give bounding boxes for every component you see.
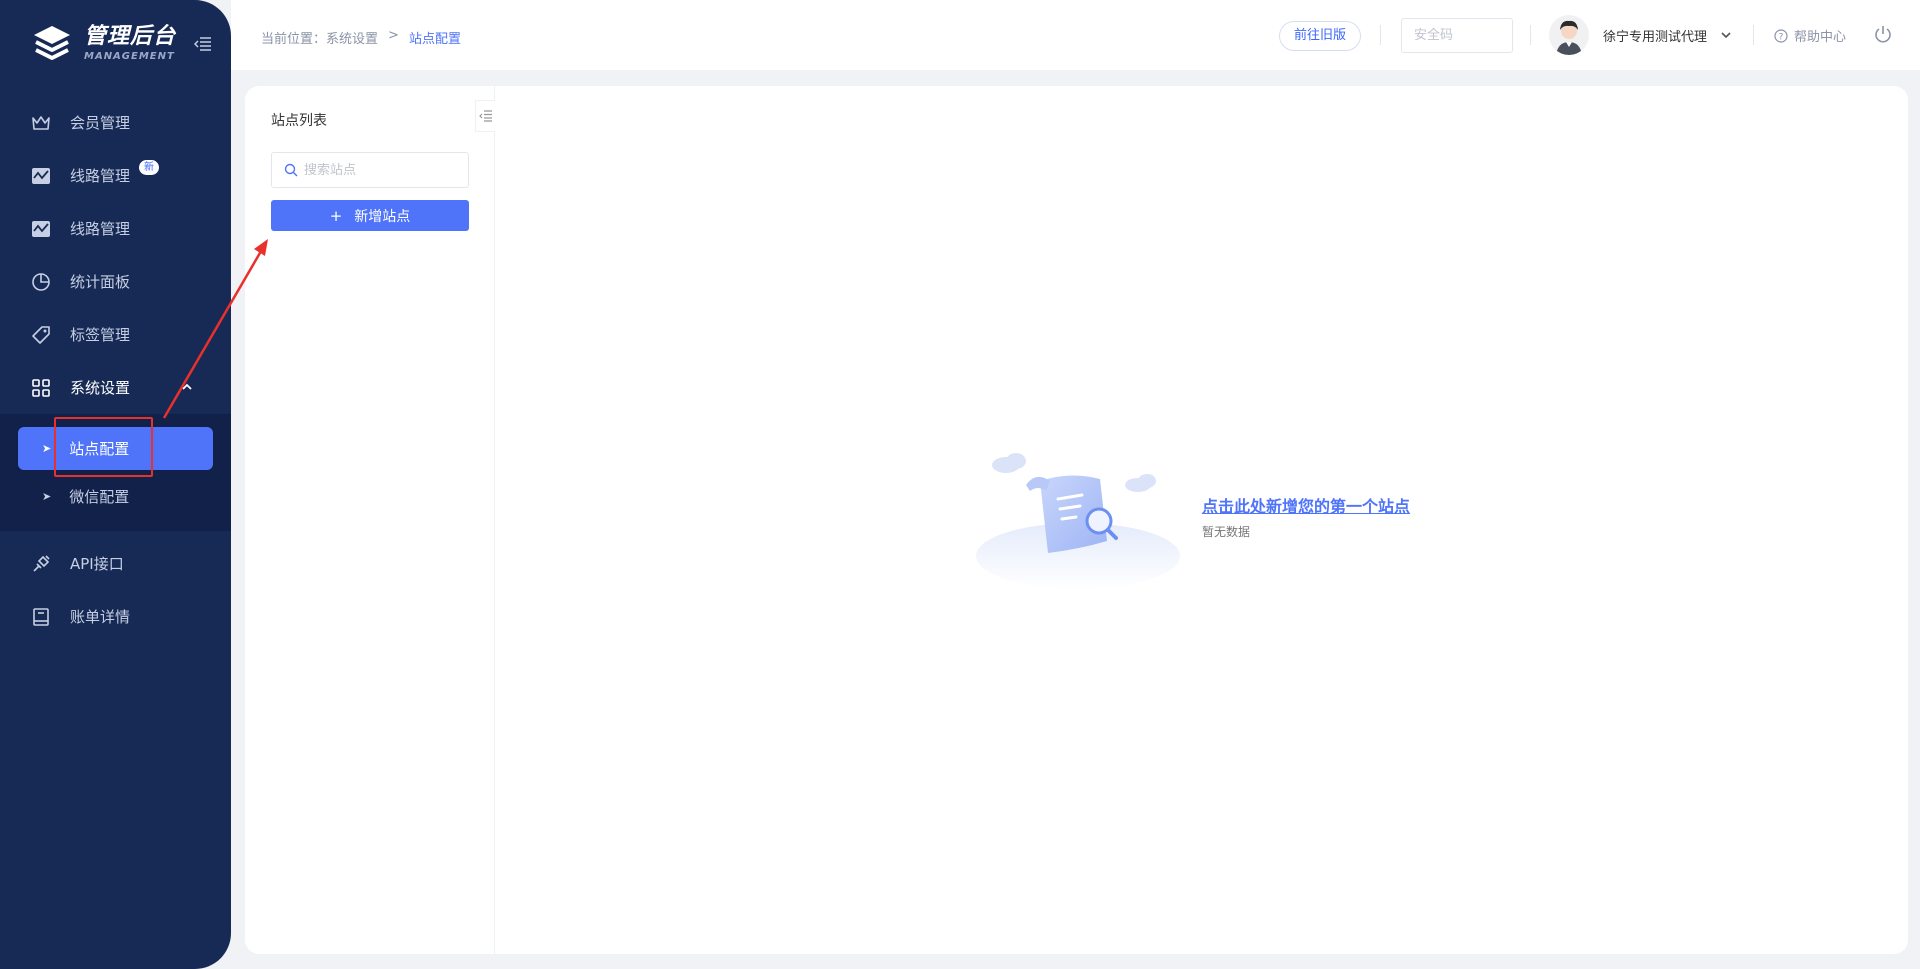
submenu-item-wechat-config[interactable]: ➤ 微信配置 — [18, 475, 213, 518]
annotation-highlight-box — [54, 417, 153, 477]
power-icon[interactable] — [1873, 24, 1893, 44]
sidebar: 管理后台 MANAGEMENT 会员管理 线路管理 新 线路管理 统计面板 标签… — [0, 0, 231, 969]
book-icon — [30, 606, 52, 628]
svg-text:?: ? — [1779, 32, 1784, 42]
sidebar-item-settings[interactable]: 系统设置 — [0, 361, 231, 414]
sidebar-item-stats[interactable]: 统计面板 — [0, 255, 231, 308]
line-chart-icon — [30, 165, 52, 187]
plus-icon: + — [329, 206, 343, 225]
grid-icon — [30, 377, 52, 399]
plug-icon — [30, 553, 52, 575]
pie-chart-icon — [30, 271, 52, 293]
panel-collapse-toggle[interactable] — [475, 100, 495, 132]
content-card: 站点列表 + 新增站点 — [245, 86, 1908, 954]
help-center-label: 帮助中心 — [1794, 30, 1847, 45]
tag-icon — [30, 324, 52, 346]
breadcrumb-current: 站点配置 — [408, 32, 461, 47]
divider — [1753, 25, 1754, 45]
divider — [1530, 25, 1531, 45]
site-search[interactable] — [271, 152, 469, 188]
chevron-down-icon[interactable] — [1720, 29, 1732, 41]
add-first-site-link[interactable]: 点击此处新增您的第一个站点 — [1202, 493, 1410, 517]
divider — [1380, 25, 1381, 45]
sidebar-item-member[interactable]: 会员管理 — [0, 96, 231, 149]
sidebar-menu: 会员管理 线路管理 新 线路管理 统计面板 标签管理 系统设置 ➤ 站点配置 ➤… — [0, 96, 231, 643]
line-chart-icon — [30, 218, 52, 240]
chevron-right-icon: ➤ — [42, 490, 52, 503]
logo-subtitle: MANAGEMENT — [84, 51, 175, 62]
avatar[interactable] — [1549, 15, 1589, 55]
sidebar-item-route-new[interactable]: 线路管理 新 — [0, 149, 231, 202]
sidebar-item-api[interactable]: API接口 — [0, 537, 231, 590]
layers-logo-icon — [34, 26, 70, 60]
search-icon — [284, 163, 298, 177]
chevron-right-icon: ➤ — [42, 442, 52, 455]
logo-title: 管理后台 — [84, 24, 177, 49]
sidebar-item-label: 账单详情 — [70, 608, 131, 626]
no-data-text: 暂无数据 — [1202, 525, 1251, 539]
logo[interactable]: 管理后台 MANAGEMENT — [30, 22, 176, 66]
empty-document-search-illustration — [976, 453, 1180, 589]
help-center-link[interactable]: ? 帮助中心 — [1774, 26, 1846, 45]
chevron-up-icon — [182, 383, 192, 390]
site-list-panel: 站点列表 + 新增站点 — [245, 86, 495, 954]
old-version-button[interactable]: 前往旧版 — [1279, 21, 1362, 51]
sidebar-item-route[interactable]: 线路管理 — [0, 202, 231, 255]
sidebar-item-label: 线路管理 — [70, 220, 131, 238]
sidebar-item-label: 统计面板 — [70, 273, 131, 291]
breadcrumb: 当前位置： 系统设置 > 站点配置 — [261, 28, 461, 47]
sidebar-item-label: 标签管理 — [70, 326, 131, 344]
breadcrumb-separator: > — [388, 28, 399, 43]
submenu-item-label: 微信配置 — [69, 488, 130, 506]
add-site-button[interactable]: + 新增站点 — [271, 200, 469, 231]
crown-icon — [30, 112, 52, 134]
username[interactable]: 徐宁专用测试代理 — [1603, 26, 1707, 45]
new-badge: 新 — [139, 160, 159, 175]
list-collapse-icon — [478, 110, 492, 122]
site-search-input[interactable] — [304, 162, 464, 178]
add-site-label: 新增站点 — [354, 208, 411, 225]
sidebar-item-label: 会员管理 — [70, 114, 131, 132]
security-code-input[interactable] — [1401, 18, 1513, 53]
menu-collapse-icon[interactable] — [194, 36, 212, 52]
sidebar-item-billing[interactable]: 账单详情 — [0, 590, 231, 643]
topbar: 当前位置： 系统设置 > 站点配置 前往旧版 徐宁专用测试代理 ? 帮助中心 — [231, 0, 1920, 70]
sidebar-item-label: 线路管理 — [70, 167, 131, 185]
site-list-title: 站点列表 — [271, 113, 327, 129]
sidebar-item-tags[interactable]: 标签管理 — [0, 308, 231, 361]
sidebar-item-label: API接口 — [70, 555, 124, 573]
breadcrumb-prefix: 当前位置： — [261, 32, 327, 47]
sidebar-item-label: 系统设置 — [70, 379, 131, 397]
breadcrumb-parent[interactable]: 系统设置 — [326, 28, 378, 47]
question-circle-icon: ? — [1774, 28, 1788, 43]
